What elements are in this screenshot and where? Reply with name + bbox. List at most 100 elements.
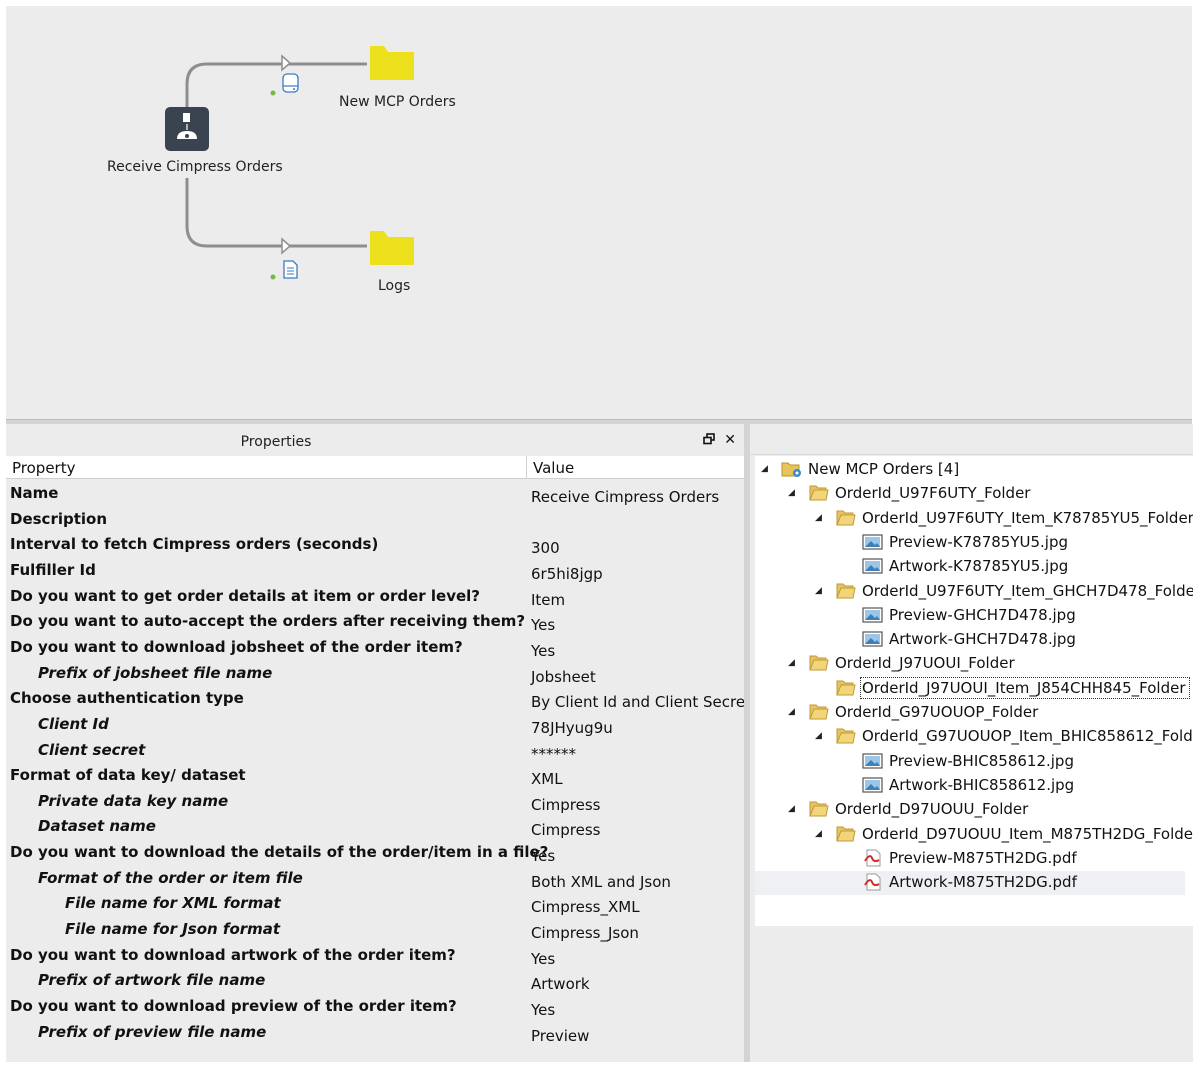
property-row[interactable]: Do you want to download preview of the o… xyxy=(6,995,744,1020)
property-value[interactable]: ****** xyxy=(531,745,576,763)
property-row[interactable]: Fulfiller Id 6r5hi8jgp xyxy=(6,559,744,584)
property-row[interactable]: Prefix of artwork file name Artwork xyxy=(6,969,744,994)
property-value[interactable]: Jobsheet xyxy=(531,668,596,686)
property-row[interactable]: Do you want to auto-accept the orders af… xyxy=(6,610,744,635)
restore-window-icon[interactable] xyxy=(703,432,724,448)
property-value[interactable]: Receive Cimpress Orders xyxy=(531,488,719,506)
tree-item[interactable]: ◢ OrderId_U97F6UTY_Item_K78785YU5_Folder xyxy=(755,507,1193,531)
property-row[interactable]: Interval to fetch Cimpress orders (secon… xyxy=(6,533,744,558)
property-name: Interval to fetch Cimpress orders (secon… xyxy=(10,535,379,554)
tree-item[interactable]: Preview-BHIC858612.jpg xyxy=(755,750,1193,774)
property-value[interactable]: Item xyxy=(531,591,565,609)
expand-arrow-icon[interactable]: ◢ xyxy=(788,488,795,498)
node-label-new-mcp-orders[interactable]: New MCP Orders xyxy=(339,94,456,110)
column-separator[interactable] xyxy=(526,456,527,478)
property-value[interactable]: 300 xyxy=(531,539,560,557)
property-row[interactable]: Prefix of preview file name Preview xyxy=(6,1021,744,1046)
property-row[interactable]: Dataset name Cimpress xyxy=(6,815,744,840)
tree-item[interactable]: Artwork-K78785YU5.jpg xyxy=(755,555,1193,579)
property-value[interactable]: Yes xyxy=(531,950,555,968)
property-row[interactable]: Description xyxy=(6,508,744,533)
property-name: Private data key name xyxy=(38,791,229,810)
property-row[interactable]: Do you want to download jobsheet of the … xyxy=(6,636,744,661)
property-row[interactable]: Choose authentication type By Client Id a… xyxy=(6,687,751,712)
tree-item[interactable]: ◢ OrderId_U97F6UTY_Item_GHCH7D478_Folder xyxy=(755,580,1193,604)
property-row[interactable]: Do you want to download the details of t… xyxy=(6,841,744,866)
property-value[interactable]: Cimpress_XML xyxy=(531,898,640,916)
tree-item[interactable]: ◢ OrderId_U97F6UTY_Folder xyxy=(755,482,1193,506)
property-row[interactable]: Format of the order or item file Both XML… xyxy=(6,867,744,892)
expand-arrow-icon[interactable]: ◢ xyxy=(815,829,822,839)
property-row[interactable]: Prefix of jobsheet file name Jobsheet xyxy=(6,662,744,687)
tree-item-label: OrderId_U97F6UTY_Item_K78785YU5_Folder xyxy=(862,508,1193,527)
workflow-canvas[interactable]: Receive Cimpress Orders New MCP Orders L… xyxy=(6,6,1192,419)
tree-item[interactable]: ◢ OrderId_D97UOUU_Item_M875TH2DG_Folder xyxy=(755,823,1193,847)
column-header-value[interactable]: Value xyxy=(533,459,574,477)
tree-item[interactable]: ◢ OrderId_J97UOUI_Folder xyxy=(755,652,1193,676)
tree-item[interactable]: Artwork-BHIC858612.jpg xyxy=(755,774,1193,798)
folder-icon xyxy=(808,484,830,506)
tree-item[interactable]: ◢ OrderId_D97UOUU_Folder xyxy=(755,798,1193,822)
expand-arrow-icon[interactable]: ◢ xyxy=(788,804,795,814)
properties-header: Properties ✕ xyxy=(6,424,744,452)
property-value[interactable]: Yes xyxy=(531,1001,555,1019)
property-name: Prefix of preview file name xyxy=(38,1022,267,1041)
expand-arrow-icon[interactable]: ◢ xyxy=(815,731,822,741)
tree-item[interactable]: OrderId_J97UOUI_Item_J854CHH845_Folder xyxy=(755,676,1193,701)
tree-item-label: Artwork-K78785YU5.jpg xyxy=(889,557,1069,576)
tree-item-label: Preview-GHCH7D478.jpg xyxy=(889,605,1076,624)
tree-item[interactable]: ◢ OrderId_G97UOUOP_Item_BHIC858612_Folder xyxy=(755,725,1193,749)
property-value[interactable]: By Client Id and Client Secret xyxy=(531,693,751,711)
property-value[interactable]: Yes xyxy=(531,616,555,634)
property-value[interactable]: XML xyxy=(531,770,563,788)
expand-arrow-icon[interactable]: ◢ xyxy=(815,513,822,523)
property-value[interactable]: 78JHyug9u xyxy=(531,719,613,737)
property-name: Format of the order or item file xyxy=(38,868,303,887)
tree-item[interactable]: Preview-GHCH7D478.jpg xyxy=(755,604,1193,628)
property-value[interactable]: Cimpress xyxy=(531,821,600,839)
tree-item[interactable]: Artwork-GHCH7D478.jpg xyxy=(755,628,1193,652)
pdf-file-icon xyxy=(862,873,884,895)
property-value[interactable]: Artwork xyxy=(531,975,590,993)
tree-item[interactable]: Artwork-M875TH2DG.pdf xyxy=(755,871,1193,895)
property-value[interactable]: Both XML and Json xyxy=(531,873,671,891)
node-label-logs[interactable]: Logs xyxy=(378,278,410,294)
property-value[interactable]: Cimpress xyxy=(531,796,600,814)
property-value[interactable]: 6r5hi8jgp xyxy=(531,565,603,583)
properties-column-headers: Property Value xyxy=(6,456,744,479)
image-file-icon xyxy=(862,557,884,579)
column-header-property[interactable]: Property xyxy=(12,459,75,477)
property-name: Description xyxy=(10,509,108,528)
expand-arrow-icon[interactable]: ◢ xyxy=(788,707,795,717)
property-row[interactable]: Do you want to get order details at item… xyxy=(6,585,744,610)
folder-icon xyxy=(835,679,857,701)
property-row[interactable]: Client Id 78JHyug9u xyxy=(6,713,744,738)
property-row[interactable]: Format of data key/ dataset XML xyxy=(6,764,744,789)
property-row[interactable]: Private data key name Cimpress xyxy=(6,790,744,815)
property-row[interactable]: Client secret ****** xyxy=(6,739,744,764)
expand-arrow-icon[interactable]: ◢ xyxy=(815,586,822,596)
property-row[interactable]: Do you want to download artwork of the o… xyxy=(6,944,744,969)
tree-item[interactable]: ◢ New MCP Orders [4] xyxy=(755,458,1193,482)
tree-item[interactable]: Preview-K78785YU5.jpg xyxy=(755,531,1193,555)
receive-orders-node-icon[interactable] xyxy=(165,107,209,151)
property-row[interactable]: Name Receive Cimpress Orders xyxy=(6,482,744,507)
folder-logs-icon[interactable] xyxy=(370,231,414,265)
image-file-icon xyxy=(862,533,884,555)
property-value[interactable]: Yes xyxy=(531,847,555,865)
connector-bottom[interactable] xyxy=(185,178,367,248)
properties-panel: Properties ✕ Property Value Name Receive … xyxy=(6,424,751,1062)
property-row[interactable]: File name for Json format Cimpress_Json xyxy=(6,918,744,943)
node-label-receive-cimpress-orders[interactable]: Receive Cimpress Orders xyxy=(107,159,283,175)
arrow-bottom-icon xyxy=(281,237,292,255)
expand-arrow-icon[interactable]: ◢ xyxy=(788,658,795,668)
folder-new-mcp-orders-icon[interactable] xyxy=(370,46,414,80)
property-value[interactable]: Preview xyxy=(531,1027,589,1045)
tree-item[interactable]: ◢ OrderId_G97UOUOP_Folder xyxy=(755,701,1193,725)
tree-item[interactable]: Preview-M875TH2DG.pdf xyxy=(755,847,1193,871)
expand-arrow-icon[interactable]: ◢ xyxy=(761,464,768,474)
property-value[interactable]: Cimpress_Json xyxy=(531,924,639,942)
property-row[interactable]: File name for XML format Cimpress_XML xyxy=(6,892,744,917)
property-value[interactable]: Yes xyxy=(531,642,555,660)
close-icon[interactable]: ✕ xyxy=(724,432,740,448)
